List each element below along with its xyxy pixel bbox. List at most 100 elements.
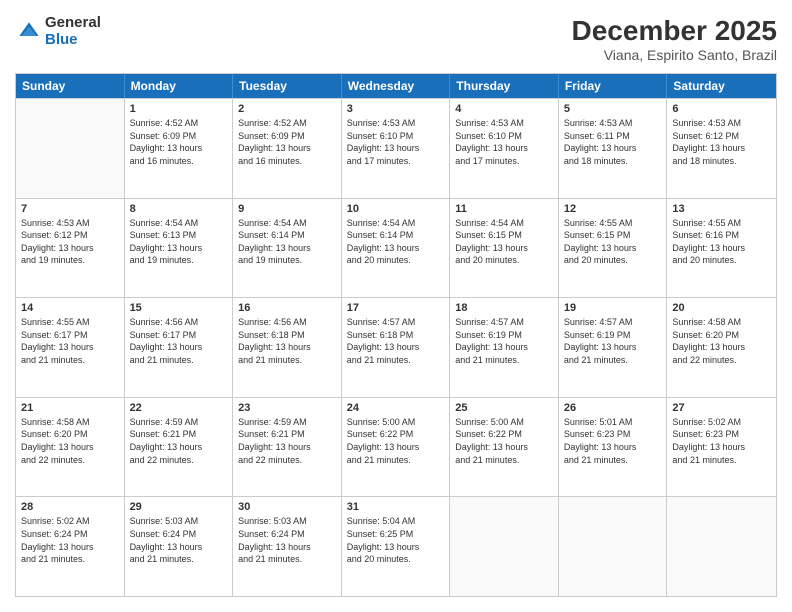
day-info-21: Sunrise: 4:58 AM Sunset: 6:20 PM Dayligh… [21,416,119,466]
day-num-30: 30 [238,501,336,513]
cal-cell-1-4: 11Sunrise: 4:54 AM Sunset: 6:15 PM Dayli… [450,199,559,298]
cal-cell-1-3: 10 Sunrise: 4:54 AM Sunset: 6:14 PM Dayli… [342,199,451,298]
cal-cell-3-0: 21 Sunrise: 4:58 AM Sunset: 6:20 PM Dayli… [16,398,125,497]
cal-cell-0-1: 1Sunrise: 4:52 AM Sunset: 6:09 PM Daylig… [125,99,234,198]
cal-cell-2-3: 17 Sunrise: 4:57 AM Sunset: 6:18 PM Dayli… [342,298,451,397]
header-thursday: Thursday [450,74,559,98]
day-info-10: Sunrise: 4:54 AM Sunset: 6:14 PM Dayligh… [347,217,445,267]
week-row-2: 14Sunrise: 4:55 AM Sunset: 6:17 PM Dayli… [16,297,776,397]
calendar: Sunday Monday Tuesday Wednesday Thursday… [15,73,777,597]
cal-cell-3-4: 25Sunrise: 5:00 AM Sunset: 6:22 PM Dayli… [450,398,559,497]
day-info-7: Sunrise: 4:53 AM Sunset: 6:12 PM Dayligh… [21,217,119,267]
cal-cell-2-1: 15Sunrise: 4:56 AM Sunset: 6:17 PM Dayli… [125,298,234,397]
header-wednesday: Wednesday [342,74,451,98]
day-num-27: 27 [672,402,771,414]
day-num-24: 24 [347,402,445,414]
day-num-19: 19 [564,302,662,314]
cal-cell-1-1: 8 Sunrise: 4:54 AM Sunset: 6:13 PM Daylig… [125,199,234,298]
day-num-22: 22 [130,402,228,414]
cal-cell-3-5: 26Sunrise: 5:01 AM Sunset: 6:23 PM Dayli… [559,398,668,497]
day-info-12: Sunrise: 4:55 AM Sunset: 6:15 PM Dayligh… [564,217,662,267]
cal-cell-1-6: 13 Sunrise: 4:55 AM Sunset: 6:16 PM Dayli… [667,199,776,298]
cal-cell-0-2: 2Sunrise: 4:52 AM Sunset: 6:09 PM Daylig… [233,99,342,198]
day-num-7: 7 [21,203,119,215]
day-info-24: Sunrise: 5:00 AM Sunset: 6:22 PM Dayligh… [347,416,445,466]
location-title: Viana, Espirito Santo, Brazil [572,47,777,63]
day-num-28: 28 [21,501,119,513]
day-num-17: 17 [347,302,445,314]
day-info-5: Sunrise: 4:53 AM Sunset: 6:11 PM Dayligh… [564,117,662,167]
day-info-28: Sunrise: 5:02 AM Sunset: 6:24 PM Dayligh… [21,515,119,565]
cal-cell-4-3: 31 Sunrise: 5:04 AM Sunset: 6:25 PM Dayli… [342,497,451,596]
title-block: December 2025 Viana, Espirito Santo, Bra… [572,15,777,63]
day-num-8: 8 [130,203,228,215]
cal-cell-0-6: 6 Sunrise: 4:53 AM Sunset: 6:12 PM Daylig… [667,99,776,198]
cal-cell-4-0: 28 Sunrise: 5:02 AM Sunset: 6:24 PM Dayli… [16,497,125,596]
day-info-6: Sunrise: 4:53 AM Sunset: 6:12 PM Dayligh… [672,117,771,167]
day-info-25: Sunrise: 5:00 AM Sunset: 6:22 PM Dayligh… [455,416,553,466]
calendar-body: 1Sunrise: 4:52 AM Sunset: 6:09 PM Daylig… [16,98,776,596]
day-num-18: 18 [455,302,553,314]
day-num-21: 21 [21,402,119,414]
day-num-10: 10 [347,203,445,215]
day-info-27: Sunrise: 5:02 AM Sunset: 6:23 PM Dayligh… [672,416,771,466]
day-info-29: Sunrise: 5:03 AM Sunset: 6:24 PM Dayligh… [130,515,228,565]
week-row-1: 7 Sunrise: 4:53 AM Sunset: 6:12 PM Daylig… [16,198,776,298]
cal-cell-3-1: 22Sunrise: 4:59 AM Sunset: 6:21 PM Dayli… [125,398,234,497]
day-num-31: 31 [347,501,445,513]
day-info-9: Sunrise: 4:54 AM Sunset: 6:14 PM Dayligh… [238,217,336,267]
cal-cell-0-3: 3 Sunrise: 4:53 AM Sunset: 6:10 PM Daylig… [342,99,451,198]
week-row-4: 28 Sunrise: 5:02 AM Sunset: 6:24 PM Dayli… [16,496,776,596]
logo-text-general: General [45,15,101,32]
day-num-12: 12 [564,203,662,215]
header-sunday: Sunday [16,74,125,98]
month-title: December 2025 [572,15,777,47]
cal-cell-4-5 [559,497,668,596]
day-num-13: 13 [672,203,771,215]
cal-cell-3-3: 24 Sunrise: 5:00 AM Sunset: 6:22 PM Dayli… [342,398,451,497]
week-row-0: 1Sunrise: 4:52 AM Sunset: 6:09 PM Daylig… [16,98,776,198]
day-num-6: 6 [672,103,771,115]
cal-cell-1-0: 7 Sunrise: 4:53 AM Sunset: 6:12 PM Daylig… [16,199,125,298]
day-num-9: 9 [238,203,336,215]
day-info-14: Sunrise: 4:55 AM Sunset: 6:17 PM Dayligh… [21,316,119,366]
day-num-4: 4 [455,103,553,115]
day-info-20: Sunrise: 4:58 AM Sunset: 6:20 PM Dayligh… [672,316,771,366]
logo-text-blue: Blue [45,32,101,49]
day-info-31: Sunrise: 5:04 AM Sunset: 6:25 PM Dayligh… [347,515,445,565]
cal-cell-1-2: 9 Sunrise: 4:54 AM Sunset: 6:14 PM Daylig… [233,199,342,298]
logo-icon [17,20,41,44]
day-info-15: Sunrise: 4:56 AM Sunset: 6:17 PM Dayligh… [130,316,228,366]
header: General Blue December 2025 Viana, Espiri… [15,15,777,63]
cal-cell-3-2: 23 Sunrise: 4:59 AM Sunset: 6:21 PM Dayli… [233,398,342,497]
cal-cell-2-4: 18Sunrise: 4:57 AM Sunset: 6:19 PM Dayli… [450,298,559,397]
header-saturday: Saturday [667,74,776,98]
day-num-20: 20 [672,302,771,314]
day-info-23: Sunrise: 4:59 AM Sunset: 6:21 PM Dayligh… [238,416,336,466]
cal-cell-0-4: 4 Sunrise: 4:53 AM Sunset: 6:10 PM Daylig… [450,99,559,198]
header-friday: Friday [559,74,668,98]
cal-cell-2-5: 19 Sunrise: 4:57 AM Sunset: 6:19 PM Dayli… [559,298,668,397]
cal-cell-4-6 [667,497,776,596]
day-info-13: Sunrise: 4:55 AM Sunset: 6:16 PM Dayligh… [672,217,771,267]
logo: General Blue [15,15,101,48]
cal-cell-2-0: 14Sunrise: 4:55 AM Sunset: 6:17 PM Dayli… [16,298,125,397]
day-info-4: Sunrise: 4:53 AM Sunset: 6:10 PM Dayligh… [455,117,553,167]
cal-cell-4-1: 29 Sunrise: 5:03 AM Sunset: 6:24 PM Dayli… [125,497,234,596]
day-num-29: 29 [130,501,228,513]
day-num-11: 11 [455,203,553,215]
day-num-3: 3 [347,103,445,115]
cal-cell-1-5: 12 Sunrise: 4:55 AM Sunset: 6:15 PM Dayli… [559,199,668,298]
cal-cell-3-6: 27 Sunrise: 5:02 AM Sunset: 6:23 PM Dayli… [667,398,776,497]
calendar-header: Sunday Monday Tuesday Wednesday Thursday… [16,74,776,98]
day-num-5: 5 [564,103,662,115]
day-info-3: Sunrise: 4:53 AM Sunset: 6:10 PM Dayligh… [347,117,445,167]
day-num-26: 26 [564,402,662,414]
day-info-8: Sunrise: 4:54 AM Sunset: 6:13 PM Dayligh… [130,217,228,267]
page: General Blue December 2025 Viana, Espiri… [0,0,792,612]
day-num-2: 2 [238,103,336,115]
day-info-17: Sunrise: 4:57 AM Sunset: 6:18 PM Dayligh… [347,316,445,366]
cal-cell-0-5: 5 Sunrise: 4:53 AM Sunset: 6:11 PM Daylig… [559,99,668,198]
day-info-19: Sunrise: 4:57 AM Sunset: 6:19 PM Dayligh… [564,316,662,366]
day-num-23: 23 [238,402,336,414]
